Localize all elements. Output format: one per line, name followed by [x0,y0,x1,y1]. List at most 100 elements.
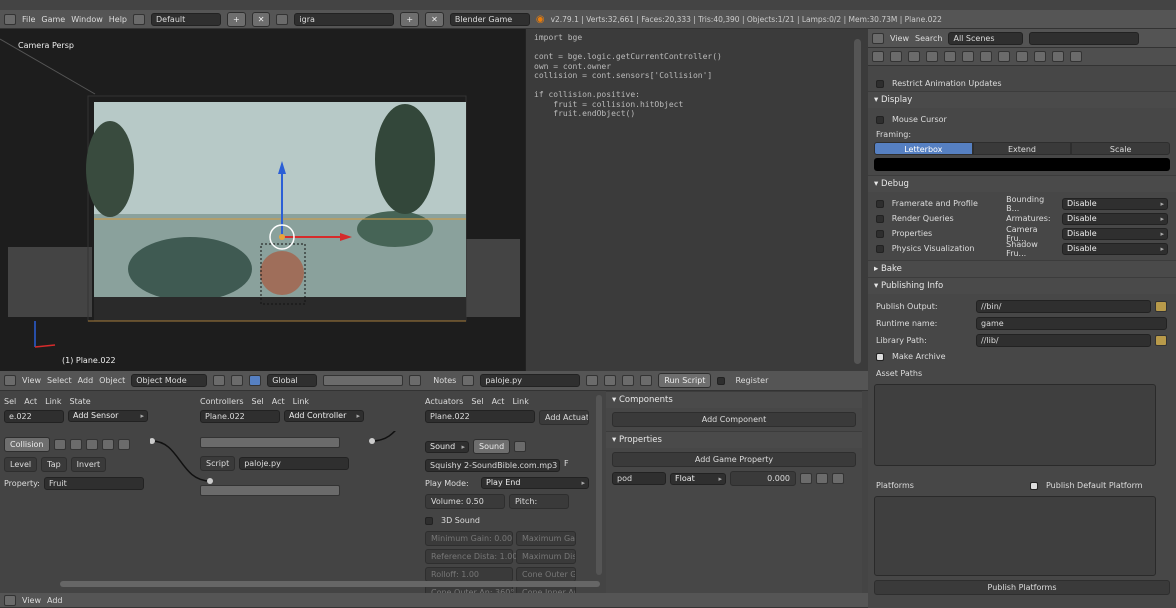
python-controller-icon[interactable] [200,437,340,448]
engine-selector[interactable]: Blender Game [449,12,530,26]
reference-distance-field[interactable]: Reference Dista: 1.00 [425,549,517,564]
code-scrollbar[interactable] [854,39,861,364]
max-gain-field[interactable]: Maximum Gain [516,531,576,546]
debug-select[interactable]: Disable [1062,227,1169,240]
scene-selector[interactable]: igra [294,12,395,26]
bake-section-header[interactable]: ▸ Bake [868,260,1176,277]
new-text-icon[interactable] [586,375,599,386]
sensor-sel-toggle[interactable]: Sel [4,397,16,406]
add-actuator-button[interactable]: Add Actuator [539,410,589,425]
viewport-view-menu[interactable]: View [22,376,41,385]
actuators-scrollbar[interactable] [596,395,602,575]
actuator-act-toggle[interactable]: Act [492,397,505,406]
outliner-search-input[interactable] [1029,31,1140,45]
invert-toggle[interactable]: Invert [70,457,107,472]
pin-icon[interactable] [53,439,66,450]
rolloff-field[interactable]: Rolloff: 1.00 [425,567,513,582]
script-file-selector[interactable]: paloje.py [480,374,581,387]
sensor-act-toggle[interactable]: Act [24,397,37,406]
level-toggle[interactable]: Level [4,457,38,472]
open-text-icon[interactable] [604,375,617,386]
script-code[interactable]: import bge cont = bge.logic.getCurrentCo… [534,33,722,119]
framing-scale[interactable]: Scale [1071,142,1171,155]
debug-select[interactable]: Disable [1062,212,1169,225]
outliner-view-menu[interactable]: View [890,34,909,43]
properties-section-header[interactable]: ▾ Properties [606,431,862,448]
modifiers-tab-icon[interactable] [998,51,1010,62]
max-distance-field[interactable]: Maximum Dista [516,549,576,564]
mouse-cursor-row[interactable]: Mouse Cursor [868,112,1176,127]
remove-layout-button[interactable]: ✕ [251,11,271,27]
sound3d-row[interactable]: 3D Sound [425,516,595,525]
3d-viewport[interactable]: Camera Persp (1) Plane.022 [0,29,525,371]
pivot-icon[interactable] [231,375,244,386]
debug-checkbox[interactable] [876,244,884,253]
text-editor-icon[interactable] [462,375,475,386]
sensor-property-field[interactable]: Fruit [43,477,144,490]
library-path-field[interactable]: //lib/ [976,334,1151,347]
actuator-type-selector[interactable]: Sound [425,440,469,453]
shading-icon[interactable] [213,375,226,386]
debug-select[interactable]: Disable [1062,197,1169,210]
controller-act-toggle[interactable]: Act [272,397,285,406]
move-down-icon[interactable] [85,439,98,450]
publish-output-field[interactable]: //bin/ [976,300,1151,313]
viewport-add-menu[interactable]: Add [78,376,94,385]
controller-sel-toggle[interactable]: Sel [252,397,264,406]
add-scene-button[interactable]: + [400,11,420,27]
scope-selector[interactable]: All Scenes [948,31,1024,45]
logic-editor[interactable]: Sel Act Link State e.022 Add Sensor Coll… [0,391,868,593]
add-layout-button[interactable]: + [227,11,246,27]
menu-window[interactable]: Window [71,15,103,24]
debug-property-icon[interactable] [800,473,812,484]
object-tab-icon[interactable] [962,51,974,62]
script-mode-selector[interactable]: Script [200,456,236,471]
move-up-icon[interactable] [69,439,82,450]
property-name-field[interactable]: pod [612,472,666,485]
framing-extend[interactable]: Extend [972,142,1072,155]
asset-paths-list[interactable] [874,384,1156,466]
sound3d-checkbox[interactable] [425,516,433,525]
and-controller-icon[interactable] [200,485,340,496]
layout-icon[interactable] [133,13,146,25]
word-wrap-icon[interactable] [640,375,653,386]
remove-property-icon[interactable] [832,473,844,484]
debug-checkbox[interactable] [876,199,884,208]
controller-object-field[interactable]: Plane.022 [200,410,280,423]
add-controller-button[interactable]: Add Controller [284,410,364,422]
property-value-field[interactable]: 0.000 [730,471,796,486]
mode-selector[interactable]: Object Mode [131,374,208,387]
folder-icon[interactable] [1155,301,1167,312]
texture-tab-icon[interactable] [1052,51,1064,62]
layers-icon[interactable] [323,375,404,386]
actuator-pin-icon[interactable] [514,441,527,452]
sound-file-field[interactable]: Squishy 2-SoundBible.com.mp3 [425,459,560,472]
volume-slider[interactable]: Volume: 0.50 [425,494,505,509]
manipulator-icon[interactable] [249,375,262,386]
orientation-selector[interactable]: Global [267,374,318,387]
run-script-button[interactable]: Run Script [658,373,712,388]
layers-tab-icon[interactable] [908,51,920,62]
actuator-sel-toggle[interactable]: Sel [471,397,483,406]
play-mode-selector[interactable]: Play End [481,477,589,489]
actuator-object-field[interactable]: Plane.022 [425,410,535,423]
actuator-link-toggle[interactable]: Link [512,397,528,406]
world-tab-icon[interactable] [944,51,956,62]
sound-file-f-button[interactable]: F [564,459,569,472]
sensor-close-icon[interactable] [117,439,130,450]
sound-actuator-name[interactable]: Sound [473,439,511,454]
add-component-button[interactable]: Add Component [612,412,856,427]
restrict-animation-row[interactable]: Restrict Animation Updates [868,76,1176,91]
runtime-name-field[interactable]: game [976,317,1167,330]
outliner-icon[interactable] [872,32,884,44]
sensor-state-toggle[interactable]: State [70,397,91,406]
debug-checkbox[interactable] [876,214,884,223]
restrict-animation-checkbox[interactable] [876,79,884,88]
menu-help[interactable]: Help [109,15,127,24]
logic-horizontal-scrollbar[interactable] [60,581,600,587]
outliner-search-menu[interactable]: Search [915,34,942,43]
make-archive-checkbox[interactable] [876,352,884,361]
material-tab-icon[interactable] [1034,51,1046,62]
physics-tab-icon[interactable] [1070,51,1082,62]
debug-section-header[interactable]: ▾ Debug [868,175,1176,192]
